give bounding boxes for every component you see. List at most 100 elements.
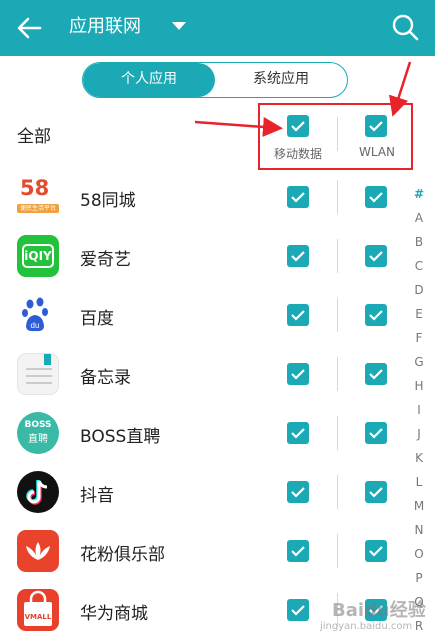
index-letter[interactable]: E <box>408 307 430 321</box>
mobile-data-column-label: 移动数据 <box>274 147 323 161</box>
mobile-data-checkbox[interactable] <box>287 540 309 562</box>
mobile-data-checkbox[interactable] <box>287 304 309 326</box>
paw-icon: du <box>22 297 48 332</box>
tab-personal-apps[interactable]: 个人应用 <box>83 63 215 97</box>
watermark-url: jingyan.baidu.com <box>320 621 413 632</box>
mobile-data-checkbox[interactable] <box>287 599 309 621</box>
column-divider <box>337 180 338 214</box>
column-divider <box>337 534 338 568</box>
wlan-checkbox[interactable] <box>365 245 387 267</box>
app-name-memo: 备忘录 <box>80 368 131 388</box>
check-icon <box>291 605 305 616</box>
page-title[interactable]: 应用联网 <box>69 14 141 40</box>
douyin-app-icon <box>17 471 59 513</box>
tab-system-apps[interactable]: 系统应用 <box>215 63 347 97</box>
svg-text:du: du <box>31 321 40 330</box>
check-icon <box>369 310 383 321</box>
check-icon <box>291 428 305 439</box>
index-letter[interactable]: N <box>408 523 430 537</box>
column-divider <box>337 239 338 273</box>
all-mobile-data-checkbox[interactable] <box>287 115 309 137</box>
column-divider <box>337 117 338 151</box>
check-icon <box>291 192 305 203</box>
index-letter[interactable]: D <box>408 283 430 297</box>
iqiyi-icon-text: iQIY <box>22 244 54 268</box>
check-icon <box>369 369 383 380</box>
column-divider <box>337 357 338 391</box>
vmall-app-icon: VMALL <box>17 589 59 631</box>
index-letter[interactable]: L <box>408 475 430 489</box>
index-letter[interactable]: J <box>408 427 430 441</box>
wlan-checkbox[interactable] <box>365 422 387 444</box>
mobile-data-checkbox[interactable] <box>287 245 309 267</box>
check-icon <box>369 546 383 557</box>
wlan-checkbox[interactable] <box>365 481 387 503</box>
index-letter[interactable]: M <box>408 499 430 513</box>
app-name-58-tongcheng: 58同城 <box>80 191 136 211</box>
boss-icon-line2: 直聘 <box>28 434 48 445</box>
check-icon <box>291 487 305 498</box>
index-letter[interactable]: A <box>408 211 430 225</box>
index-letter[interactable]: F <box>408 331 430 345</box>
check-icon <box>291 310 305 321</box>
app-name-baidu: 百度 <box>80 309 114 329</box>
app-name-vmall: 华为商城 <box>80 604 148 624</box>
check-icon <box>369 251 383 262</box>
check-icon <box>291 546 305 557</box>
baidu-app-icon: du <box>17 294 59 336</box>
memo-app-icon <box>17 353 59 395</box>
mobile-data-checkbox[interactable] <box>287 186 309 208</box>
index-letter[interactable]: C <box>408 259 430 273</box>
back-arrow-icon[interactable] <box>14 12 46 44</box>
index-letter[interactable]: I <box>408 403 430 417</box>
app-bar: 应用联网 <box>0 0 435 56</box>
all-wlan-checkbox[interactable] <box>365 115 387 137</box>
check-icon <box>369 487 383 498</box>
check-icon <box>291 251 305 262</box>
app-name-boss-zhipin: BOSS直聘 <box>80 427 161 447</box>
index-letter[interactable]: H <box>408 379 430 393</box>
check-icon <box>369 428 383 439</box>
check-icon <box>369 121 383 132</box>
bookmark-icon <box>44 354 51 365</box>
index-letter[interactable]: # <box>408 187 430 201</box>
app-type-tabs: 个人应用 系统应用 <box>82 62 348 98</box>
select-all-label: 全部 <box>17 127 51 147</box>
check-icon <box>369 192 383 203</box>
boss-zhipin-app-icon: BOSS 直聘 <box>17 412 59 454</box>
column-divider <box>337 416 338 450</box>
index-letter[interactable]: K <box>408 451 430 465</box>
wlan-checkbox[interactable] <box>365 186 387 208</box>
app-name-douyin: 抖音 <box>80 486 114 506</box>
wlan-checkbox[interactable] <box>365 304 387 326</box>
column-divider <box>337 298 338 332</box>
search-icon[interactable] <box>390 12 420 42</box>
flower-icon <box>26 542 50 560</box>
wlan-column-label: WLAN <box>359 145 396 159</box>
app-name-huafen-club: 花粉俱乐部 <box>80 545 165 565</box>
music-note-icon <box>26 480 48 505</box>
index-letter[interactable]: B <box>408 235 430 249</box>
dropdown-caret-icon[interactable] <box>172 22 186 30</box>
index-letter[interactable]: G <box>408 355 430 369</box>
wlan-checkbox[interactable] <box>365 540 387 562</box>
58-icon-text: 58 <box>20 176 50 200</box>
index-letter[interactable]: P <box>408 571 430 585</box>
wlan-checkbox[interactable] <box>365 363 387 385</box>
58-icon-subtitle: 便民生活平台 <box>17 204 59 213</box>
58-tongcheng-app-icon: 58 便民生活平台 <box>17 176 59 218</box>
index-letter[interactable]: O <box>408 547 430 561</box>
check-icon <box>291 369 305 380</box>
watermark: Baidu经验 <box>332 600 426 621</box>
column-divider <box>337 475 338 509</box>
mobile-data-checkbox[interactable] <box>287 481 309 503</box>
check-icon <box>291 121 305 132</box>
iqiyi-app-icon: iQIY <box>17 235 59 277</box>
boss-icon-line1: BOSS <box>24 420 52 430</box>
vmall-icon-text: VMALL <box>24 613 52 621</box>
shopping-bag-icon <box>24 590 52 626</box>
app-name-iqiyi: 爱奇艺 <box>80 250 131 270</box>
huafen-club-app-icon <box>17 530 59 572</box>
mobile-data-checkbox[interactable] <box>287 363 309 385</box>
mobile-data-checkbox[interactable] <box>287 422 309 444</box>
